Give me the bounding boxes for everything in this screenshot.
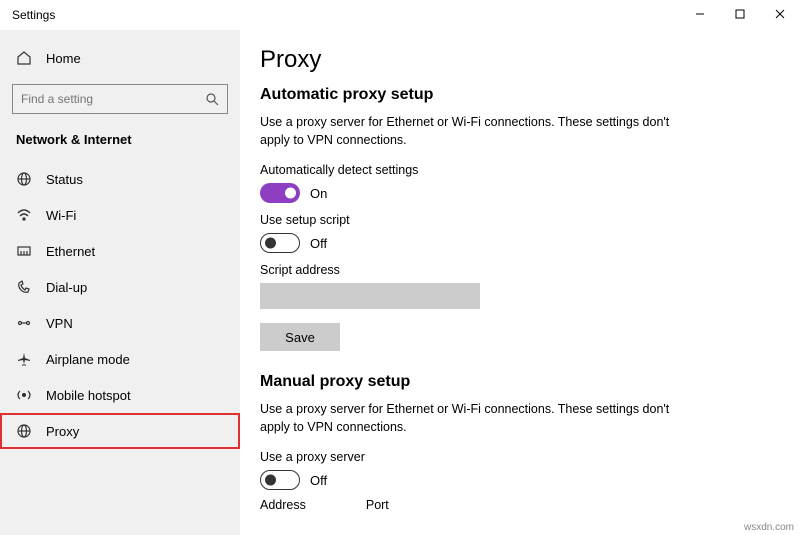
useproxy-label: Use a proxy server: [260, 450, 780, 464]
page-title: Proxy: [260, 46, 780, 74]
vpn-icon: [16, 315, 32, 331]
airplane-icon: [16, 351, 32, 367]
window-title: Settings: [12, 8, 55, 22]
autodetect-toggle[interactable]: On: [260, 183, 780, 203]
auto-proxy-desc: Use a proxy server for Ethernet or Wi-Fi…: [260, 114, 700, 149]
save-button[interactable]: Save: [260, 323, 340, 351]
script-address-input[interactable]: [260, 283, 480, 309]
sidebar-item-label: Proxy: [46, 424, 79, 439]
sidebar-item-proxy[interactable]: Proxy: [0, 413, 240, 449]
minimize-button[interactable]: [680, 0, 720, 28]
ethernet-icon: [16, 243, 32, 259]
sidebar-item-wifi[interactable]: Wi-Fi: [0, 197, 240, 233]
useproxy-toggle[interactable]: Off: [260, 470, 780, 490]
sidebar-item-ethernet[interactable]: Ethernet: [0, 233, 240, 269]
sidebar-item-airplane[interactable]: Airplane mode: [0, 341, 240, 377]
sidebar-item-label: VPN: [46, 316, 73, 331]
setupscript-label: Use setup script: [260, 213, 780, 227]
hotspot-icon: [16, 387, 32, 403]
home-label: Home: [46, 51, 81, 66]
port-label: Port: [366, 498, 389, 512]
maximize-button[interactable]: [720, 0, 760, 28]
watermark: wsxdn.com: [744, 522, 794, 533]
toggle-state: Off: [310, 236, 327, 251]
sidebar-item-label: Wi-Fi: [46, 208, 76, 223]
setupscript-toggle[interactable]: Off: [260, 233, 780, 253]
search-icon: [204, 91, 220, 107]
dialup-icon: [16, 279, 32, 295]
toggle-state: On: [310, 186, 327, 201]
sidebar-item-dialup[interactable]: Dial-up: [0, 269, 240, 305]
sidebar-item-label: Mobile hotspot: [46, 388, 131, 403]
window-controls: [680, 0, 800, 28]
status-icon: [16, 171, 32, 187]
auto-proxy-heading: Automatic proxy setup: [260, 86, 780, 104]
sidebar-item-status[interactable]: Status: [0, 161, 240, 197]
wifi-icon: [16, 207, 32, 223]
proxy-icon: [16, 423, 32, 439]
toggle-track: [260, 183, 300, 203]
sidebar-item-label: Ethernet: [46, 244, 95, 259]
address-label: Address: [260, 498, 306, 512]
search-wrap: [12, 84, 228, 114]
sidebar-home[interactable]: Home: [0, 40, 240, 76]
content: Proxy Automatic proxy setup Use a proxy …: [240, 30, 800, 535]
manual-proxy-heading: Manual proxy setup: [260, 373, 780, 391]
sidebar-item-label: Status: [46, 172, 83, 187]
sidebar-item-label: Dial-up: [46, 280, 87, 295]
search-input[interactable]: [12, 84, 228, 114]
toggle-state: Off: [310, 473, 327, 488]
sidebar: Home Network & Internet Status Wi-Fi: [0, 30, 240, 535]
autodetect-label: Automatically detect settings: [260, 163, 780, 177]
sidebar-category: Network & Internet: [0, 124, 240, 161]
toggle-track: [260, 233, 300, 253]
script-address-label: Script address: [260, 263, 780, 277]
titlebar: Settings: [0, 0, 800, 30]
toggle-track: [260, 470, 300, 490]
sidebar-item-label: Airplane mode: [46, 352, 130, 367]
sidebar-item-hotspot[interactable]: Mobile hotspot: [0, 377, 240, 413]
sidebar-item-vpn[interactable]: VPN: [0, 305, 240, 341]
manual-proxy-desc: Use a proxy server for Ethernet or Wi-Fi…: [260, 401, 700, 436]
close-button[interactable]: [760, 0, 800, 28]
home-icon: [16, 50, 32, 66]
